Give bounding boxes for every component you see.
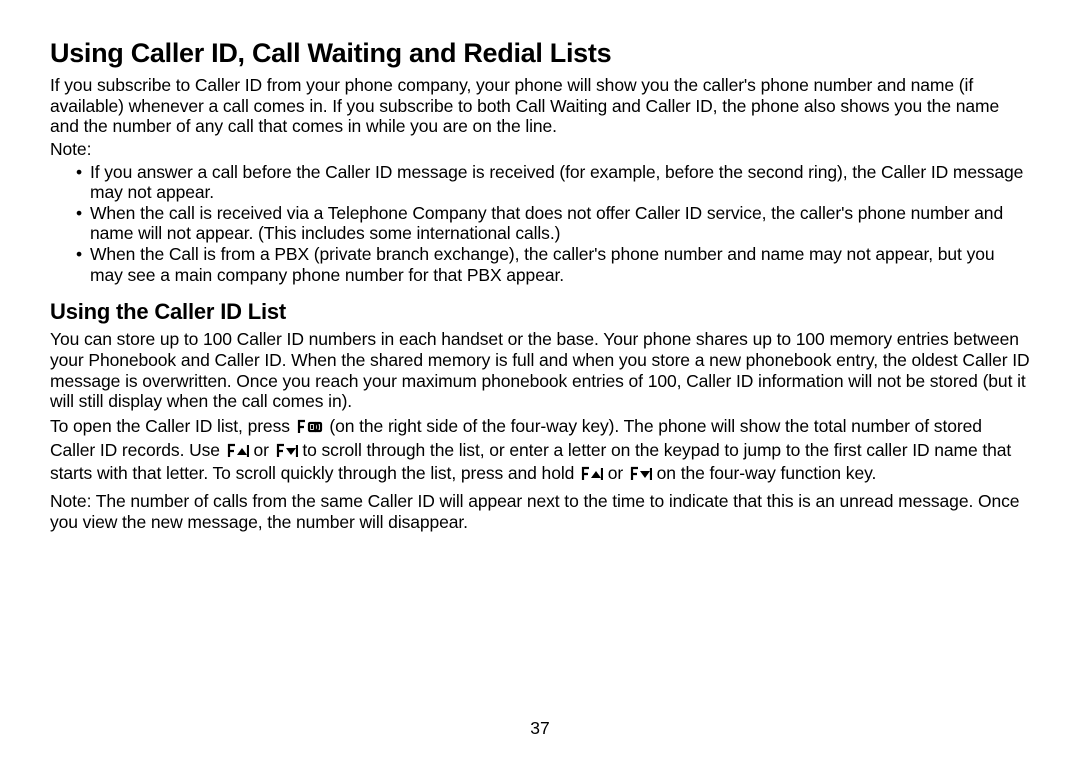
text-segment: or xyxy=(603,463,628,483)
intro-paragraph: If you subscribe to Caller ID from your … xyxy=(50,75,1030,137)
text-segment: on the four-way function key. xyxy=(652,463,876,483)
down-key-icon xyxy=(628,466,652,487)
list-item: When the Call is from a PBX (private bra… xyxy=(90,244,1030,285)
text-segment: or xyxy=(249,440,274,460)
up-key-icon xyxy=(579,466,603,487)
down-key-icon xyxy=(274,443,298,464)
page-number: 37 xyxy=(0,718,1080,739)
list-item: When the call is received via a Telephon… xyxy=(90,203,1030,244)
note-label: Note: xyxy=(50,139,1030,160)
text-segment: To open the Caller ID list, press xyxy=(50,416,295,436)
notes-list: If you answer a call before the Caller I… xyxy=(50,162,1030,286)
body-paragraph: Note: The number of calls from the same … xyxy=(50,491,1030,532)
body-paragraph: To open the Caller ID list, press (on th… xyxy=(50,416,1030,487)
up-key-icon xyxy=(225,443,249,464)
list-item: If you answer a call before the Caller I… xyxy=(90,162,1030,203)
caller-id-key-icon xyxy=(295,419,325,440)
body-paragraph: You can store up to 100 Caller ID number… xyxy=(50,329,1030,412)
section-heading: Using the Caller ID List xyxy=(50,299,1030,325)
page-title: Using Caller ID, Call Waiting and Redial… xyxy=(50,38,1030,69)
